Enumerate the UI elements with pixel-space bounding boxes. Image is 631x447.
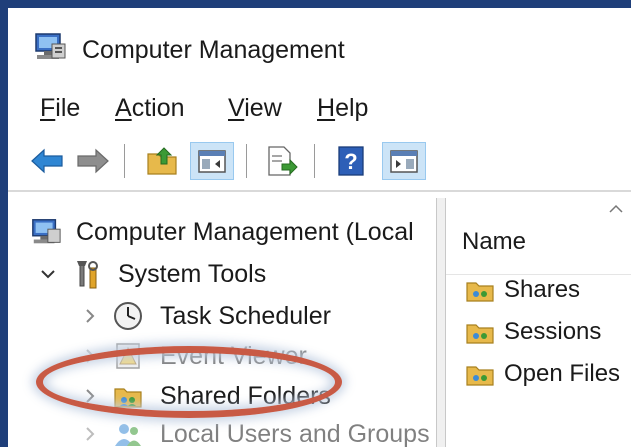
console-tree[interactable]: Computer Management (Local System Tools xyxy=(8,198,436,447)
list-item-sessions[interactable]: Sessions xyxy=(446,312,631,352)
tree-item-event-viewer[interactable]: Event Viewer xyxy=(8,336,436,376)
shared-folder-icon xyxy=(114,388,142,408)
chevron-down-icon[interactable] xyxy=(40,266,56,282)
computer-management-icon xyxy=(35,33,66,59)
tree-item-label: Event Viewer xyxy=(160,342,307,370)
column-header-name[interactable]: Name xyxy=(446,198,631,275)
list-item-label: Shares xyxy=(504,276,581,303)
results-list[interactable]: Name Shares Sessions Open Files xyxy=(446,198,631,447)
show-hide-console-tree-button[interactable] xyxy=(190,142,234,180)
arrow-left-icon xyxy=(31,148,63,174)
list-item-label: Sessions xyxy=(504,318,602,345)
chevron-right-icon[interactable] xyxy=(82,426,98,442)
title-bar[interactable]: Computer Management xyxy=(8,8,631,84)
system-tools-icon xyxy=(77,261,98,289)
back-button[interactable] xyxy=(26,142,68,180)
show-hide-action-pane-button[interactable] xyxy=(382,142,426,180)
console-tree-icon xyxy=(198,150,226,173)
tree-item-task-scheduler[interactable]: Task Scheduler xyxy=(8,296,436,336)
users-icon xyxy=(115,424,141,446)
shared-folder-icon xyxy=(466,366,494,386)
forward-button[interactable] xyxy=(72,142,114,180)
event-viewer-icon xyxy=(116,343,140,369)
tree-item-label: Shared Folders xyxy=(160,382,331,410)
sort-ascending-icon xyxy=(609,204,623,213)
menu-help[interactable]: Help xyxy=(317,94,368,123)
menu-file[interactable]: File xyxy=(40,94,80,123)
folder-up-icon xyxy=(147,147,177,175)
shared-folder-icon xyxy=(466,324,494,344)
tree-item-shared-folders[interactable]: Shared Folders xyxy=(8,376,436,416)
menu-action[interactable]: Action xyxy=(115,94,185,123)
tree-item-local-users-and-groups[interactable]: Local Users and Groups xyxy=(8,414,436,447)
chevron-right-icon[interactable] xyxy=(82,348,98,364)
toolbar: ? xyxy=(8,132,631,192)
export-list-button[interactable] xyxy=(260,142,302,180)
svg-text:?: ? xyxy=(344,149,357,174)
tree-item-label: Computer Management (Local xyxy=(76,218,414,246)
menu-view[interactable]: View xyxy=(228,94,282,123)
tree-item-label: Task Scheduler xyxy=(160,302,331,330)
tree-item-system-tools[interactable]: System Tools xyxy=(8,254,436,294)
menu-bar: File Action View Help xyxy=(8,90,631,130)
tree-item-label: System Tools xyxy=(118,260,267,288)
column-header-label: Name xyxy=(462,228,527,255)
window-title: Computer Management xyxy=(82,36,345,64)
action-pane-icon xyxy=(390,150,418,173)
toolbar-separator xyxy=(314,144,315,178)
clock-icon xyxy=(114,302,142,330)
toolbar-separator xyxy=(124,144,125,178)
chevron-right-icon[interactable] xyxy=(82,388,98,404)
computer-management-icon xyxy=(32,219,61,244)
help-button[interactable]: ? xyxy=(330,142,372,180)
chevron-right-icon[interactable] xyxy=(82,308,98,324)
tree-item-computer-management[interactable]: Computer Management (Local xyxy=(8,212,436,252)
list-item-shares[interactable]: Shares xyxy=(446,270,631,310)
tree-item-label: Local Users and Groups xyxy=(160,420,430,447)
shared-folder-icon xyxy=(466,282,494,302)
help-icon: ? xyxy=(338,146,364,176)
computer-management-window: Computer Management File Action View Hel… xyxy=(8,8,631,447)
up-one-level-button[interactable] xyxy=(140,142,184,180)
pane-splitter[interactable] xyxy=(436,198,446,447)
arrow-right-icon xyxy=(77,148,109,174)
list-item-open-files[interactable]: Open Files xyxy=(446,354,631,394)
export-list-icon xyxy=(268,146,298,176)
toolbar-separator xyxy=(246,144,247,178)
list-item-label: Open Files xyxy=(504,360,621,387)
